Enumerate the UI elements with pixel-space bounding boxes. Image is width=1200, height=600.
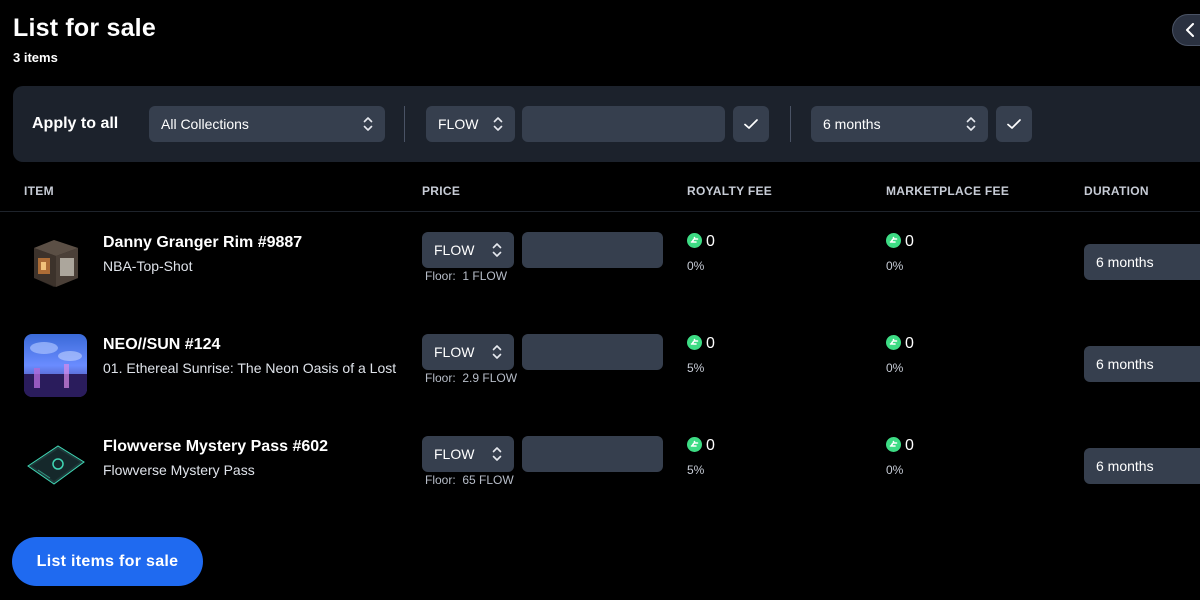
currency-select[interactable]: FLOW — [422, 232, 514, 268]
divider — [790, 106, 791, 142]
royalty-fee-value: 0 — [687, 335, 715, 353]
duration-select[interactable]: 6 months — [1084, 244, 1200, 280]
item-name: NEO//SUN #124 — [103, 336, 221, 353]
flow-token-icon — [886, 437, 901, 452]
duration-select[interactable]: 6 months — [1084, 346, 1200, 382]
table-row: Flowverse Mystery Pass #602 Flowverse My… — [0, 420, 1200, 522]
royalty-fee-percent: 5% — [687, 463, 705, 477]
currency-value: FLOW — [434, 344, 475, 360]
check-icon — [744, 119, 758, 129]
item-collection: Flowverse Mystery Pass — [103, 462, 255, 478]
marketplace-fee-value: 0 — [886, 233, 914, 251]
floor-price: Floor: 65 FLOW — [425, 473, 514, 487]
column-header-item: ITEM — [24, 184, 54, 198]
item-count: 3 items — [13, 50, 58, 65]
currency-value: FLOW — [434, 242, 475, 258]
chevron-up-down-icon — [492, 243, 502, 257]
flow-token-icon — [687, 335, 702, 350]
collection-select[interactable]: All Collections — [149, 106, 385, 142]
marketplace-fee-percent: 0% — [886, 259, 904, 273]
apply-duration-select[interactable]: 6 months — [811, 106, 988, 142]
apply-duration-value: 6 months — [823, 116, 881, 132]
royalty-fee-percent: 5% — [687, 361, 705, 375]
floor-label: Floor: — [425, 473, 456, 487]
flow-token-icon — [886, 233, 901, 248]
column-header-royalty-fee: ROYALTY FEE — [687, 184, 773, 198]
item-thumbnail-neo-sun — [24, 334, 87, 397]
marketplace-fee-value: 0 — [886, 437, 914, 455]
table-row: NEO//SUN #124 01. Ethereal Sunrise: The … — [0, 318, 1200, 420]
apply-currency-value: FLOW — [438, 116, 479, 132]
price-input[interactable] — [522, 436, 663, 472]
apply-price-input[interactable] — [522, 106, 725, 142]
floor-label: Floor: — [425, 371, 456, 385]
back-button[interactable] — [1172, 14, 1200, 46]
royalty-fee-value: 0 — [687, 437, 715, 455]
list-items-for-sale-button[interactable]: List items for sale — [12, 537, 203, 586]
page-title: List for sale — [13, 14, 156, 42]
duration-value: 6 months — [1096, 254, 1154, 270]
chevron-up-down-icon — [493, 117, 503, 131]
duration-value: 6 months — [1096, 356, 1154, 372]
floor-value: 1 FLOW — [462, 269, 508, 283]
column-header-price: PRICE — [422, 184, 461, 198]
duration-value: 6 months — [1096, 458, 1154, 474]
floor-value: 65 FLOW — [462, 473, 514, 487]
item-name: Flowverse Mystery Pass #602 — [103, 438, 329, 455]
item-collection: NBA-Top-Shot — [103, 258, 193, 274]
column-header-duration: DURATION — [1084, 184, 1149, 198]
item-thumbnail-flowverse-pass — [24, 436, 87, 499]
flow-token-icon — [687, 437, 702, 452]
item-name: Danny Granger Rim #9887 — [103, 234, 303, 251]
header-divider — [0, 211, 1200, 212]
currency-select[interactable]: FLOW — [422, 334, 514, 370]
chevron-up-down-icon — [492, 345, 502, 359]
currency-select[interactable]: FLOW — [422, 436, 514, 472]
floor-value: 2.9 FLOW — [462, 371, 518, 385]
floor-label: Floor: — [425, 269, 456, 283]
royalty-fee-percent: 0% — [687, 259, 705, 273]
column-header-marketplace-fee: MARKETPLACE FEE — [886, 184, 1010, 198]
chevron-left-icon — [1186, 23, 1194, 37]
list-for-sale-page: List for sale 3 items Apply to all All C… — [0, 0, 1200, 600]
flow-token-icon — [886, 335, 901, 350]
apply-price-confirm-button[interactable] — [733, 106, 769, 142]
check-icon — [1007, 119, 1021, 129]
marketplace-fee-percent: 0% — [886, 463, 904, 477]
chevron-up-down-icon — [966, 117, 976, 131]
item-thumbnail-danny-granger — [24, 232, 87, 295]
flow-token-icon — [687, 233, 702, 248]
royalty-fee-value: 0 — [687, 233, 715, 251]
divider — [404, 106, 405, 142]
chevron-up-down-icon — [363, 117, 373, 131]
price-input[interactable] — [522, 334, 663, 370]
floor-price: Floor: 1 FLOW — [425, 269, 507, 283]
apply-to-all-bar: Apply to all All Collections FLOW 6 mont… — [13, 86, 1200, 162]
item-collection: 01. Ethereal Sunrise: The Neon Oasis of … — [103, 360, 397, 376]
table-row: Danny Granger Rim #9887 NBA-Top-Shot FLO… — [0, 216, 1200, 318]
marketplace-fee-value: 0 — [886, 335, 914, 353]
apply-to-all-label: Apply to all — [32, 115, 119, 132]
apply-currency-select[interactable]: FLOW — [426, 106, 515, 142]
price-input[interactable] — [522, 232, 663, 268]
floor-price: Floor: 2.9 FLOW — [425, 371, 517, 385]
collection-select-value: All Collections — [161, 116, 249, 132]
apply-duration-confirm-button[interactable] — [996, 106, 1032, 142]
chevron-up-down-icon — [492, 447, 502, 461]
currency-value: FLOW — [434, 446, 475, 462]
duration-select[interactable]: 6 months — [1084, 448, 1200, 484]
marketplace-fee-percent: 0% — [886, 361, 904, 375]
